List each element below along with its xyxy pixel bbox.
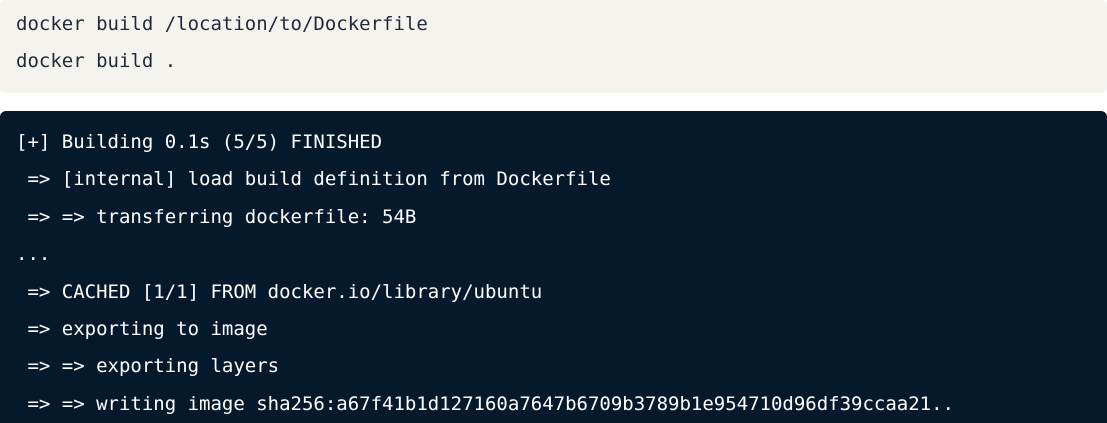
- output-line: => [internal] load build definition from…: [16, 168, 611, 191]
- output-line: [+] Building 0.1s (5/5) FINISHED: [16, 131, 383, 153]
- command-line: docker build .: [16, 50, 177, 72]
- terminal-output-block: [+] Building 0.1s (5/5) FINISHED => [int…: [0, 111, 1107, 423]
- output-line: => => exporting layers: [16, 355, 280, 378]
- output-line: => exporting to image: [16, 318, 268, 341]
- output-line: => => writing image sha256:a67f41b1d1271…: [16, 392, 954, 415]
- output-line: ...: [16, 243, 51, 266]
- command-code-block: docker build /location/to/Dockerfile doc…: [0, 0, 1107, 93]
- output-line: => CACHED [1/1] FROM docker.io/library/u…: [16, 280, 543, 303]
- command-line: docker build /location/to/Dockerfile: [16, 13, 428, 35]
- output-line: => => transferring dockerfile: 54B: [16, 205, 417, 228]
